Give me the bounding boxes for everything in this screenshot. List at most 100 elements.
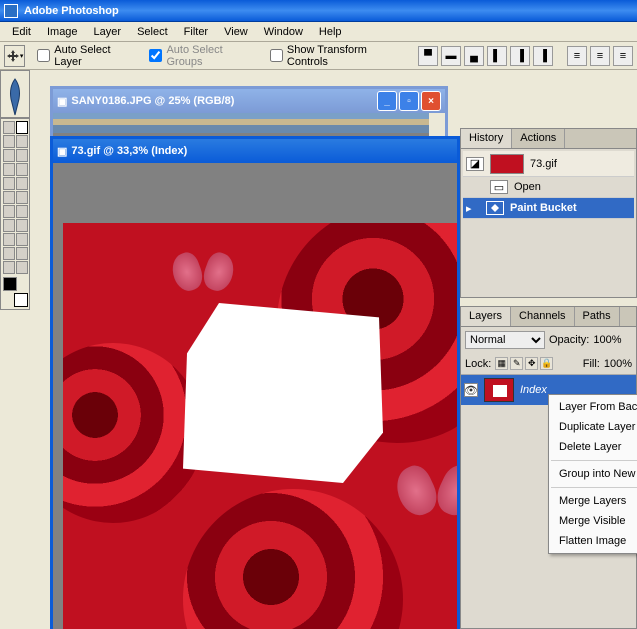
document-canvas-front[interactable] (53, 163, 457, 629)
painted-white-area (183, 303, 383, 483)
pen-tool[interactable] (3, 233, 15, 246)
layer-name[interactable]: Index (520, 384, 547, 396)
color-swatches[interactable] (3, 277, 28, 307)
gradient-tool[interactable] (16, 191, 28, 204)
distribute-3-icon[interactable]: ≡ (613, 46, 633, 66)
menu-view[interactable]: View (216, 24, 256, 40)
align-right-icon[interactable]: ▐ (533, 46, 553, 66)
foreground-color-swatch[interactable] (3, 277, 17, 291)
opacity-value[interactable]: 100% (593, 334, 621, 346)
align-bottom-icon[interactable]: ▄ (464, 46, 484, 66)
distribute-1-icon[interactable]: ≡ (567, 46, 587, 66)
wand-tool[interactable] (16, 135, 28, 148)
slice-tool[interactable] (16, 149, 28, 162)
eyedropper-tool[interactable] (16, 247, 28, 260)
lock-all-icon[interactable]: 🔒 (540, 357, 553, 370)
tab-history[interactable]: History (461, 129, 512, 148)
layer-context-menu: Layer From Background Duplicate Layer De… (548, 394, 637, 554)
notes-tool[interactable] (3, 247, 15, 260)
lasso-tool[interactable] (3, 135, 15, 148)
align-vcenter-icon[interactable]: ▬ (441, 46, 461, 66)
distribute-2-icon[interactable]: ≡ (590, 46, 610, 66)
menu-layer[interactable]: Layer (86, 24, 130, 40)
lock-image-icon[interactable]: ✎ (510, 357, 523, 370)
history-source-row[interactable]: ◪ 73.gif (463, 151, 634, 177)
menu-flatten-image[interactable]: Flatten Image (549, 531, 637, 551)
auto-select-groups-checkbox[interactable]: Auto Select Groups (149, 44, 257, 68)
align-hcenter-icon[interactable]: ▐ (510, 46, 530, 66)
zoom-tool[interactable] (16, 261, 28, 274)
document-titlebar-front[interactable]: ▣ 73.gif @ 33,3% (Index) (53, 139, 457, 163)
butterfly-2 (398, 466, 457, 525)
menu-separator (551, 460, 637, 461)
menu-select[interactable]: Select (129, 24, 176, 40)
show-transform-input[interactable] (270, 49, 283, 62)
show-transform-controls-checkbox[interactable]: Show Transform Controls (270, 44, 406, 68)
align-top-icon[interactable]: ▀ (418, 46, 438, 66)
document-titlebar-back[interactable]: ▣ SANY0186.JPG @ 25% (RGB/8) _ ▫ × (53, 89, 445, 113)
tab-layers[interactable]: Layers (461, 307, 511, 326)
document-window-back[interactable]: ▣ SANY0186.JPG @ 25% (RGB/8) _ ▫ × (50, 86, 448, 136)
history-state-open[interactable]: ▭ Open (463, 177, 634, 198)
brush-tool[interactable] (16, 163, 28, 176)
menu-layer-from-background[interactable]: Layer From Background (549, 397, 637, 417)
auto-select-layer-checkbox[interactable]: Auto Select Layer (37, 44, 137, 68)
dodge-tool[interactable] (16, 205, 28, 218)
app-title: Adobe Photoshop (24, 5, 119, 17)
blur-tool[interactable] (3, 205, 15, 218)
layers-panel-tabs: Layers Channels Paths (461, 307, 636, 327)
history-brush-tool[interactable] (16, 177, 28, 190)
close-button[interactable]: × (421, 91, 441, 111)
open-icon: ▭ (490, 180, 508, 194)
menu-filter[interactable]: Filter (176, 24, 216, 40)
history-state-paint-bucket[interactable]: ▸ Paint Bucket (463, 198, 634, 219)
menu-edit[interactable]: Edit (4, 24, 39, 40)
hand-tool[interactable] (3, 261, 15, 274)
path-tool[interactable] (3, 219, 15, 232)
menu-merge-visible[interactable]: Merge Visible (549, 511, 637, 531)
eraser-tool[interactable] (3, 191, 15, 204)
minimize-button[interactable]: _ (377, 91, 397, 111)
history-panel: History Actions ◪ 73.gif ▭ Open ▸ Paint … (460, 128, 637, 298)
auto-select-groups-input[interactable] (149, 49, 162, 62)
type-tool[interactable] (16, 219, 28, 232)
document-canvas-back (53, 113, 445, 137)
marquee-tool[interactable] (3, 121, 15, 134)
visibility-toggle-icon[interactable]: 👁 (464, 383, 478, 397)
heal-tool[interactable] (3, 163, 15, 176)
menu-delete-layer[interactable]: Delete Layer (549, 437, 637, 457)
tab-channels[interactable]: Channels (511, 307, 574, 326)
maximize-button[interactable]: ▫ (399, 91, 419, 111)
toolbox (0, 118, 30, 310)
menu-window[interactable]: Window (256, 24, 311, 40)
building-image-placeholder (53, 113, 445, 133)
current-tool-indicator[interactable]: ▾ (4, 45, 25, 67)
blend-mode-select[interactable]: Normal (465, 331, 545, 349)
layers-options-row2: Lock: ▦ ✎ ✥ 🔒 Fill: 100% (461, 353, 636, 375)
shape-tool[interactable] (16, 233, 28, 246)
document-icon: ▣ (57, 95, 67, 108)
app-titlebar: Adobe Photoshop (0, 0, 637, 22)
vertical-scrollbar[interactable] (429, 113, 445, 137)
menu-group-into-new[interactable]: Group into New (549, 464, 637, 484)
auto-select-layer-input[interactable] (37, 49, 50, 62)
lock-transparency-icon[interactable]: ▦ (495, 357, 508, 370)
options-bar: ▾ Auto Select Layer Auto Select Groups S… (0, 42, 637, 70)
menu-duplicate-layer[interactable]: Duplicate Layer (549, 417, 637, 437)
document-title-back: SANY0186.JPG @ 25% (RGB/8) (71, 95, 234, 107)
fill-value[interactable]: 100% (604, 358, 632, 370)
document-window-front[interactable]: ▣ 73.gif @ 33,3% (Index) (50, 136, 460, 629)
photoshop-feather-icon (3, 77, 27, 117)
layer-thumbnail[interactable] (484, 378, 514, 402)
crop-tool[interactable] (3, 149, 15, 162)
menu-help[interactable]: Help (311, 24, 350, 40)
align-left-icon[interactable]: ▌ (487, 46, 507, 66)
stamp-tool[interactable] (3, 177, 15, 190)
lock-position-icon[interactable]: ✥ (525, 357, 538, 370)
background-color-swatch[interactable] (14, 293, 28, 307)
tab-actions[interactable]: Actions (512, 129, 565, 148)
menu-image[interactable]: Image (39, 24, 86, 40)
menu-merge-layers[interactable]: Merge Layers (549, 491, 637, 511)
tab-paths[interactable]: Paths (575, 307, 620, 326)
move-tool[interactable] (16, 121, 28, 134)
